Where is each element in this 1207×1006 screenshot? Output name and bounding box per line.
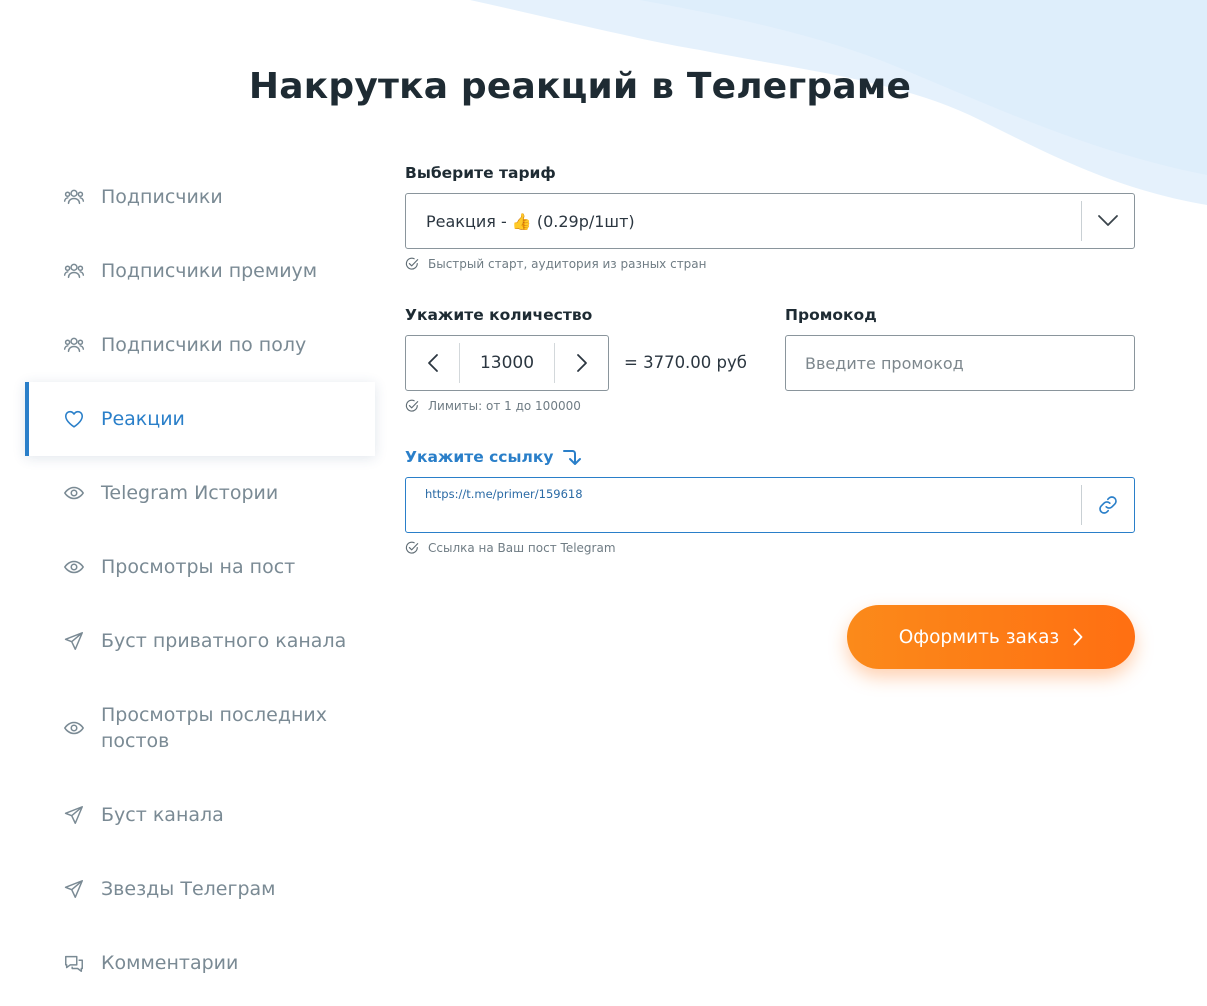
sidebar-item-last-posts-views[interactable]: Просмотры последних постов xyxy=(25,678,375,778)
sidebar-item-label: Звезды Телеграм xyxy=(101,878,276,900)
users-icon xyxy=(61,184,87,210)
sidebar-item-private-channel-boost[interactable]: Буст приватного канала xyxy=(25,604,375,678)
check-circle-icon xyxy=(405,399,419,412)
sidebar-item-label: Буст канала xyxy=(101,804,224,826)
sidebar-item-label: Подписчики xyxy=(101,186,223,208)
increment-button[interactable] xyxy=(555,336,608,390)
sidebar-item-subscribers[interactable]: Подписчики xyxy=(25,160,375,234)
sidebar-item-telegram-stories[interactable]: Telegram Истории xyxy=(25,456,375,530)
sidebar-item-comments[interactable]: Комментарии xyxy=(25,926,375,1000)
link-label-row: Укажите ссылку xyxy=(405,448,583,466)
decrement-button[interactable] xyxy=(406,336,459,390)
promo-field xyxy=(785,335,1135,391)
quantity-label: Укажите количество xyxy=(405,306,593,324)
tariff-selected-value: Реакция - 👍 (0.29р/1шт) xyxy=(426,211,635,231)
chevron-right-icon xyxy=(1073,628,1083,646)
eye-icon xyxy=(61,715,87,741)
link-icon[interactable] xyxy=(1082,478,1134,532)
paper-plane-icon xyxy=(61,876,87,902)
arrow-turn-down-icon xyxy=(563,450,582,465)
quantity-hint: Лимиты: от 1 до 100000 xyxy=(405,399,581,413)
chevron-down-icon[interactable] xyxy=(1082,214,1134,228)
sidebar-item-gender-subscribers[interactable]: Подписчики по полу xyxy=(25,308,375,382)
link-hint: Ссылка на Ваш пост Telegram xyxy=(405,541,616,555)
promo-label: Промокод xyxy=(785,306,877,324)
promo-input[interactable] xyxy=(805,353,1134,373)
chevron-right-icon xyxy=(576,354,587,372)
page: Накрутка реакций в Телеграме Подписчики … xyxy=(0,0,1207,1006)
users-icon xyxy=(61,258,87,284)
sidebar-item-label: Telegram Истории xyxy=(101,482,279,504)
sidebar-item-label: Просмотры последних постов xyxy=(101,704,328,752)
hint-text: Ссылка на Ваш пост Telegram xyxy=(428,541,616,555)
link-input[interactable]: https://t.me/primer/159618 xyxy=(406,478,1081,532)
page-title: Накрутка реакций в Телеграме xyxy=(248,66,912,107)
service-sidebar: Подписчики Подписчики премиум Подписчики… xyxy=(25,160,375,1000)
sidebar-item-reactions[interactable]: Реакции xyxy=(25,382,375,456)
heart-icon xyxy=(61,406,87,432)
hint-text: Быстрый старт, аудитория из разных стран xyxy=(428,257,707,271)
sidebar-item-premium-subscribers[interactable]: Подписчики премиум xyxy=(25,234,375,308)
quantity-stepper: 13000 xyxy=(405,335,609,391)
eye-icon xyxy=(61,554,87,580)
paper-plane-icon xyxy=(61,802,87,828)
check-circle-icon xyxy=(405,541,419,554)
sidebar-item-channel-boost[interactable]: Буст канала xyxy=(25,778,375,852)
sidebar-item-label: Подписчики премиум xyxy=(101,260,318,282)
sidebar-item-label: Просмотры на пост xyxy=(101,556,296,578)
comments-icon xyxy=(61,950,87,976)
sidebar-item-label: Подписчики по полу xyxy=(101,334,307,356)
tariff-label: Выберите тариф xyxy=(405,164,556,182)
sidebar-item-label: Буст приватного канала xyxy=(101,630,347,652)
sidebar-item-label: Реакции xyxy=(101,408,185,430)
link-label: Укажите ссылку xyxy=(405,448,554,466)
eye-icon xyxy=(61,480,87,506)
sidebar-item-label: Комментарии xyxy=(101,952,239,974)
paper-plane-icon xyxy=(61,628,87,654)
sidebar-item-telegram-stars[interactable]: Звезды Телеграм xyxy=(25,852,375,926)
submit-order-button[interactable]: Оформить заказ xyxy=(847,605,1135,669)
tariff-select[interactable]: Реакция - 👍 (0.29р/1шт) xyxy=(405,193,1135,249)
thumbs-up-emoji: 👍 xyxy=(511,211,532,231)
sidebar-item-post-views[interactable]: Просмотры на пост xyxy=(25,530,375,604)
link-field: https://t.me/primer/159618 xyxy=(405,477,1135,533)
hint-text: Лимиты: от 1 до 100000 xyxy=(428,399,581,413)
check-circle-icon xyxy=(405,257,419,270)
submit-order-label: Оформить заказ xyxy=(898,626,1060,648)
order-total: = 3770.00 руб xyxy=(624,353,747,372)
tariff-hint: Быстрый старт, аудитория из разных стран xyxy=(405,257,707,271)
users-icon xyxy=(61,332,87,358)
quantity-input[interactable]: 13000 xyxy=(459,343,555,383)
chevron-left-icon xyxy=(427,354,438,372)
